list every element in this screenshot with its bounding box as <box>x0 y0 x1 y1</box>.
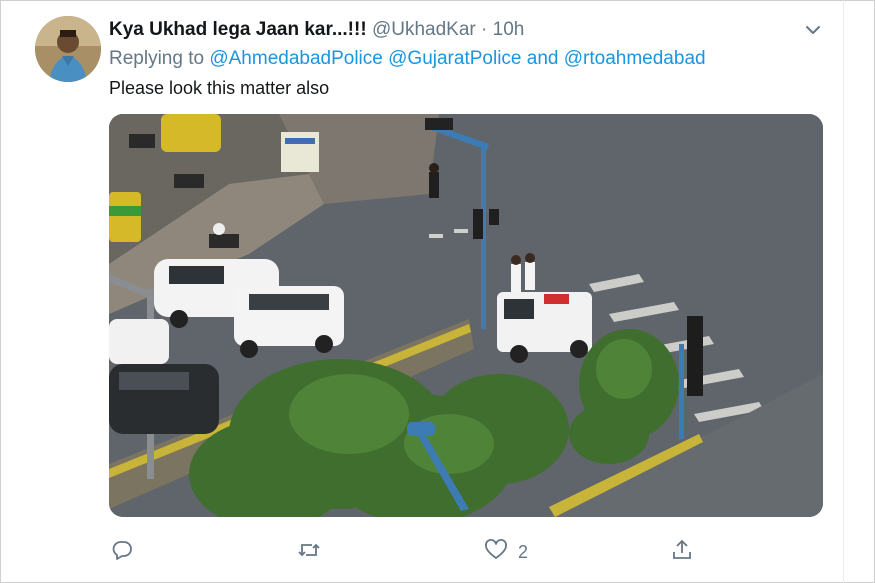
share-icon <box>670 538 694 567</box>
column-divider <box>843 0 844 583</box>
like-button[interactable]: 2 <box>484 535 528 569</box>
reply-icon <box>110 538 134 567</box>
retweet-icon <box>297 538 321 567</box>
mention-link[interactable]: @GujaratPolice <box>388 48 521 69</box>
mention-link[interactable]: @rtoahmedabad <box>564 48 706 69</box>
chevron-down-icon[interactable] <box>803 20 823 40</box>
tweet-actions: 2 <box>0 535 875 569</box>
replying-to: Replying to @AhmedabadPolice @GujaratPol… <box>109 48 706 70</box>
separator-dot: · <box>481 19 488 40</box>
tweet-header: Kya Ukhad lega Jaan kar...!!! @UkhadKar … <box>109 19 524 41</box>
share-button[interactable] <box>670 535 694 569</box>
tweet-time[interactable]: 10h <box>493 19 525 40</box>
tweet-photo[interactable] <box>109 114 823 517</box>
reply-button[interactable] <box>110 535 134 569</box>
retweet-button[interactable] <box>297 535 321 569</box>
like-icon <box>484 538 508 567</box>
replying-prefix: Replying to <box>109 48 205 69</box>
and-word: and <box>526 48 559 69</box>
tweet-text: Please look this matter also <box>109 78 330 98</box>
display-name[interactable]: Kya Ukhad lega Jaan kar...!!! <box>109 19 367 40</box>
like-count: 2 <box>518 541 529 562</box>
avatar[interactable] <box>35 16 101 82</box>
mention-link[interactable]: @AhmedabadPolice <box>209 48 383 69</box>
user-handle[interactable]: @UkhadKar <box>372 19 476 40</box>
